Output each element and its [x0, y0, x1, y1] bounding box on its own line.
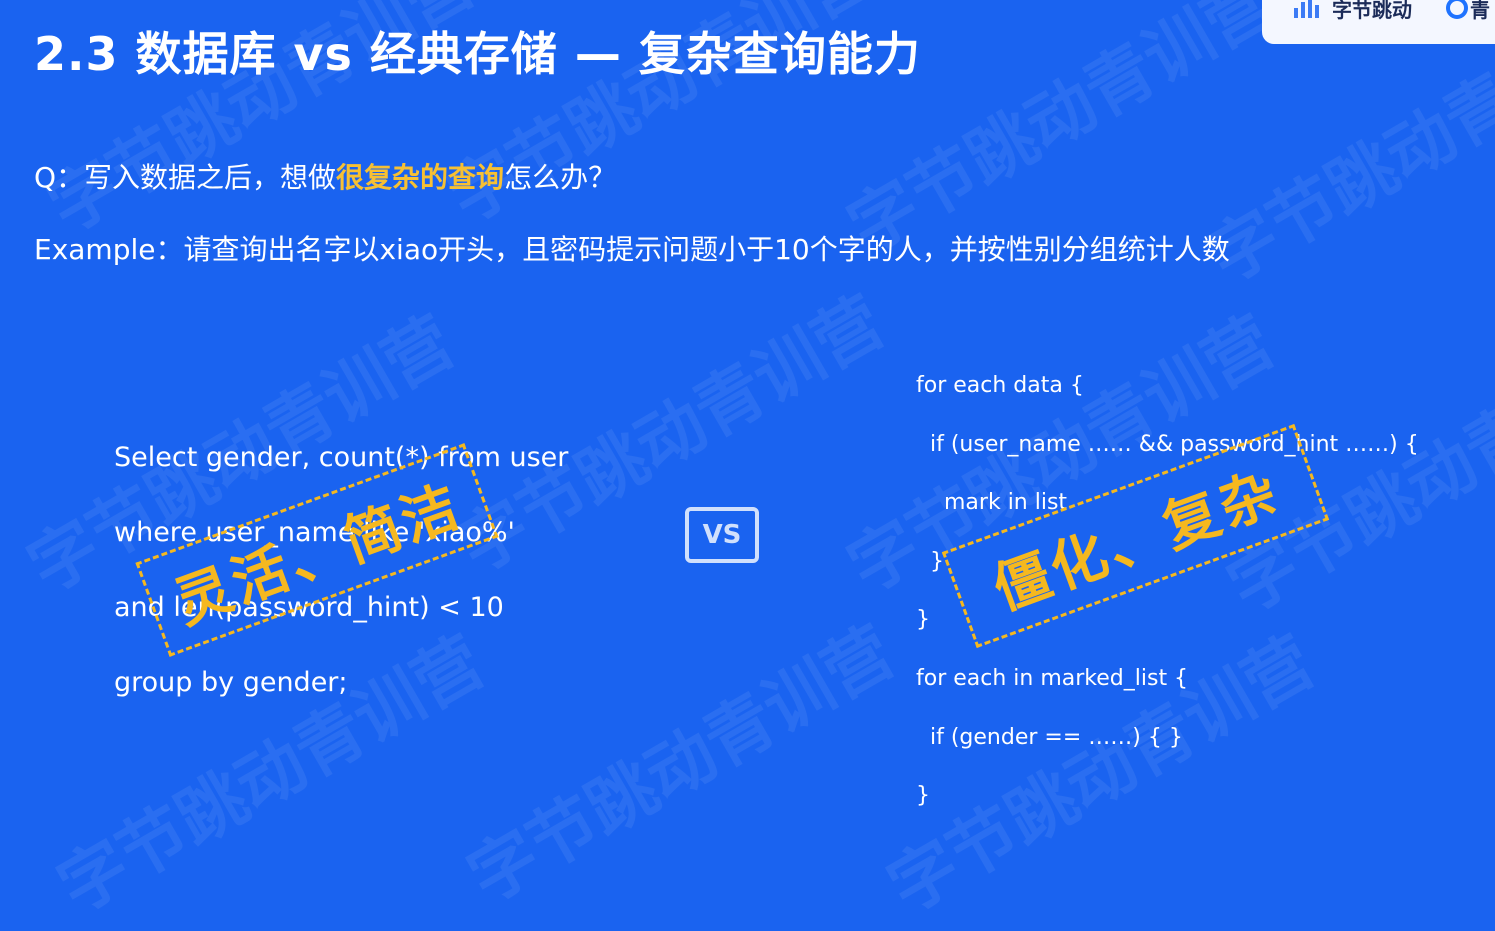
code-line: for each in marked_list { — [916, 665, 1189, 691]
code-line: if (gender == ……) { } — [930, 724, 1183, 750]
q-logo-icon — [1446, 0, 1468, 19]
code-line: for each data { — [916, 373, 1084, 398]
example-line: Example：请查询出名字以xiao开头，且密码提示问题小于10个字的人，并按… — [34, 233, 1230, 266]
vs-badge: VS — [685, 507, 759, 563]
question-line: Q：写入数据之后，想做很复杂的查询怎么办？ — [34, 156, 616, 196]
logo-bars-icon — [1294, 0, 1319, 18]
slide-title: 2.3 数据库 vs 经典存储 — 复杂查询能力 — [34, 27, 921, 81]
brand-name-2: 青 — [1470, 0, 1490, 22]
brand-logo: 字节跳动 青 — [1262, 0, 1495, 44]
sql-line: group by gender; — [114, 667, 348, 698]
brand-name: 字节跳动 — [1332, 0, 1412, 22]
watermark: 字节跳动青训营 — [1195, 0, 1495, 299]
question-prefix: Q：写入数据之后，想做 — [34, 161, 337, 194]
question-suffix: 怎么办？ — [504, 161, 617, 194]
sql-line: Select gender, count(*) from user — [114, 442, 569, 473]
question-highlight: 很复杂的查询 — [336, 161, 505, 194]
